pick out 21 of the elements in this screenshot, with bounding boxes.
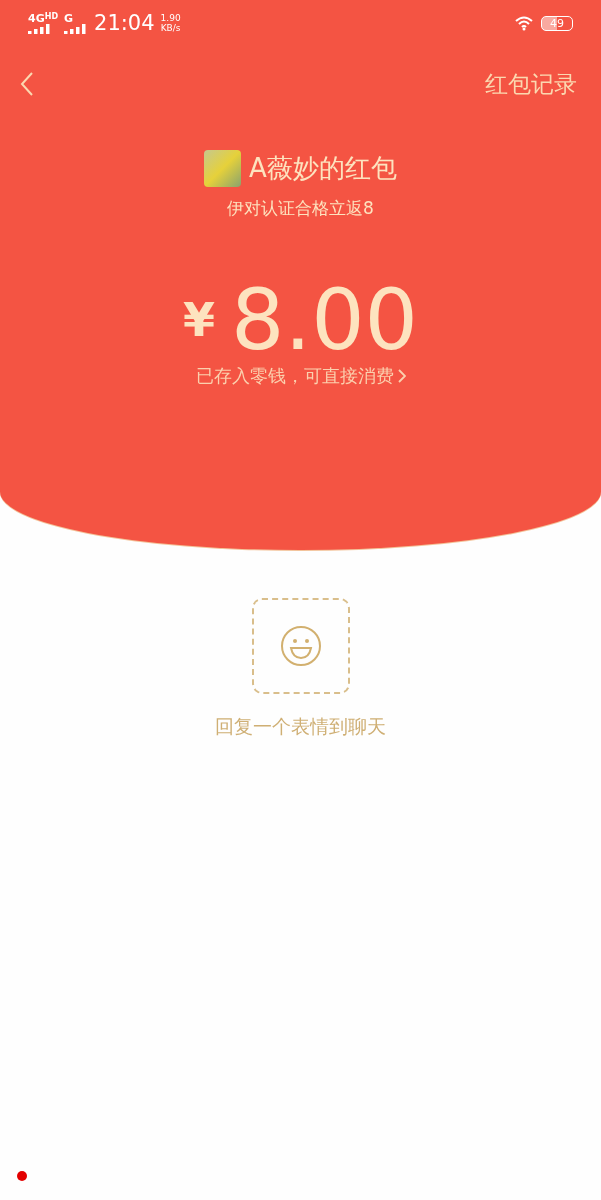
emoji-reply-button[interactable] xyxy=(251,598,350,694)
greeting-message: 伊对认证合格立返8 xyxy=(227,197,374,220)
signal-icon xyxy=(28,23,50,34)
recording-dot xyxy=(17,1171,27,1181)
wallet-note-link[interactable]: 已存入零钱，可直接消费 xyxy=(195,364,406,388)
currency-symbol: ¥ xyxy=(182,293,215,347)
chevron-icon xyxy=(397,369,406,383)
clock-time: 21:04 xyxy=(94,11,155,35)
network-label: G xyxy=(64,12,74,24)
smiley-icon xyxy=(279,625,322,667)
battery-indicator: 49 xyxy=(541,15,573,31)
avatar-photo-placeholder xyxy=(204,150,242,187)
back-button[interactable] xyxy=(20,71,34,97)
sender-name: A薇妙的红包 xyxy=(249,152,397,185)
network-speed: 1.90 KB/s xyxy=(160,13,181,33)
signal-icon xyxy=(64,23,87,34)
amount-value: 8.00 xyxy=(231,278,418,362)
back-icon xyxy=(20,71,34,97)
reply-hint: 回复一个表情到聊天 xyxy=(215,714,386,739)
wifi-icon xyxy=(515,15,535,31)
records-link[interactable]: 红包记录 xyxy=(485,68,577,100)
